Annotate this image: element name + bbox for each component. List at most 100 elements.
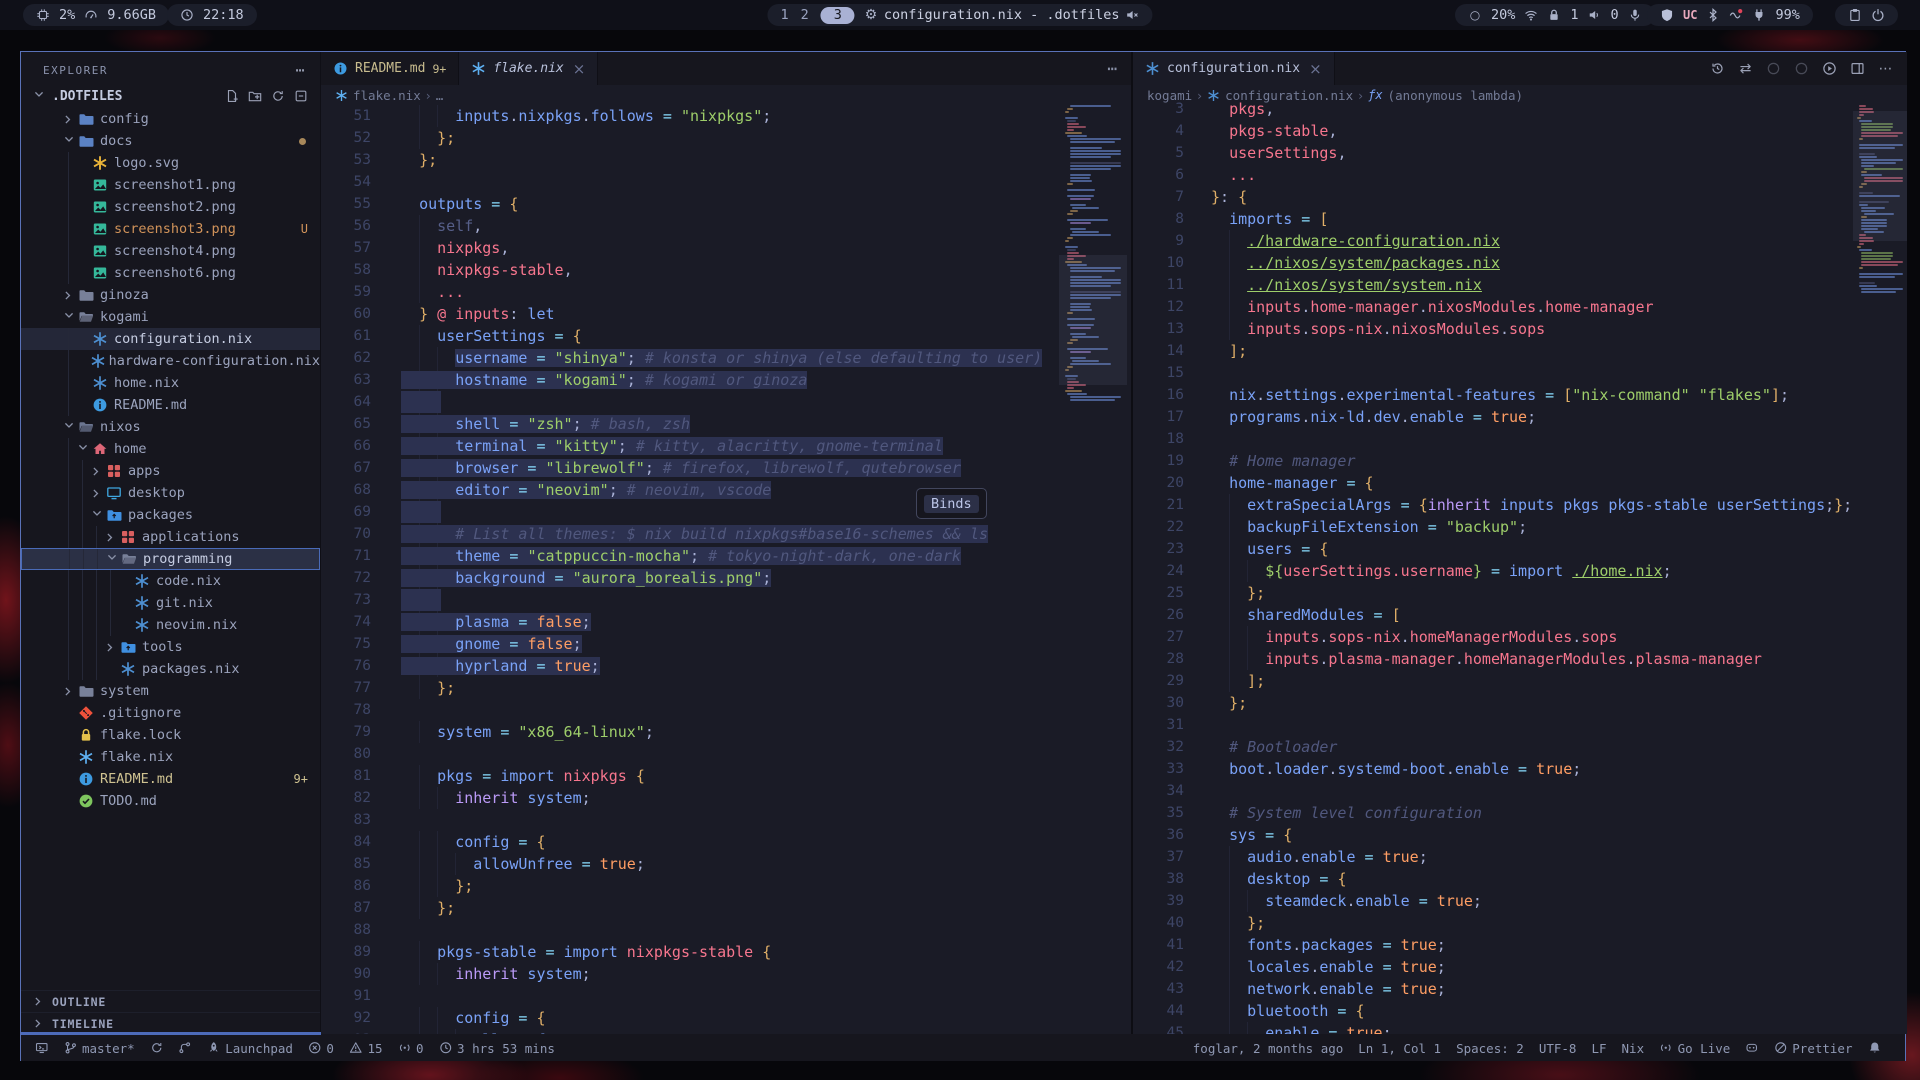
workspace-3[interactable]: 3 <box>821 7 855 24</box>
tree-item-ginoza[interactable]: ginoza <box>21 284 320 306</box>
tree-item-packages-nix[interactable]: packages.nix <box>21 658 320 680</box>
status-cursor-position[interactable]: Ln 1, Col 1 <box>1358 1041 1441 1056</box>
close-icon[interactable]: × <box>1309 60 1322 78</box>
tree-item-system[interactable]: system <box>21 680 320 702</box>
status-time-tracker[interactable]: 3 hrs 53 mins <box>439 1041 555 1056</box>
microphone-icon[interactable] <box>1628 8 1642 22</box>
tree-item-screenshot1-png[interactable]: screenshot1.png <box>21 174 320 196</box>
breadcrumb-left[interactable]: flake.nix›… <box>321 85 1131 105</box>
workspace-2[interactable]: 2 <box>801 7 809 23</box>
tree-item-code-nix[interactable]: code.nix <box>21 570 320 592</box>
editor-action-next-icon[interactable] <box>1794 61 1809 76</box>
editor-action-more-icon[interactable]: ⋯ <box>1878 61 1893 76</box>
clipboard-icon[interactable] <box>1848 8 1862 22</box>
line-number: 84 <box>321 831 371 853</box>
timeline-section[interactable]: TIMELINE <box>21 1012 320 1034</box>
tree-item-hardware-configuration-nix[interactable]: hardware-configuration.nix <box>21 350 320 372</box>
tree-item-readme-md[interactable]: README.md9+ <box>21 768 320 790</box>
minimap-slider[interactable] <box>1853 111 1907 241</box>
editor-action-run-icon[interactable] <box>1822 61 1837 76</box>
power-icon[interactable] <box>1871 8 1885 22</box>
volume-muted-icon[interactable] <box>1126 8 1140 22</box>
status-notifications[interactable] <box>1868 1041 1882 1055</box>
outline-section[interactable]: OUTLINE <box>21 990 320 1012</box>
code-line-text: ../nixos/system/system.nix <box>1211 274 1482 296</box>
code-line-text: editor = "neovim"; # neovim, vscode <box>401 479 771 501</box>
new-file-button[interactable] <box>225 89 239 103</box>
tree-item-readme-md[interactable]: README.md <box>21 394 320 416</box>
tab-bar-more-icon[interactable]: ⋯ <box>1107 59 1131 78</box>
outline-label: OUTLINE <box>52 995 106 1009</box>
editor-action-prev-icon[interactable] <box>1766 61 1781 76</box>
tree-item-home-nix[interactable]: home.nix <box>21 372 320 394</box>
tree-item-git-nix[interactable]: git.nix <box>21 592 320 614</box>
status-git-graph[interactable] <box>178 1041 192 1055</box>
status-sync[interactable] <box>150 1041 164 1055</box>
tree-item-packages[interactable]: packages <box>21 504 320 526</box>
tree-item-label: packages <box>126 507 193 523</box>
wifi-icon[interactable] <box>1524 8 1538 22</box>
tab-configuration-nix[interactable]: configuration.nix× <box>1133 52 1335 85</box>
status-remote-indicator[interactable] <box>35 1041 49 1055</box>
close-icon[interactable]: × <box>573 60 586 78</box>
headset-notification-icon[interactable] <box>1729 8 1743 22</box>
tree-item-screenshot2-png[interactable]: screenshot2.png <box>21 196 320 218</box>
code-line-text: pkgs, <box>1211 98 1274 120</box>
tree-item-nixos[interactable]: nixos <box>21 416 320 438</box>
tree-item-screenshot3-png[interactable]: screenshot3.pngU <box>21 218 320 240</box>
status-indentation[interactable]: Spaces: 2 <box>1456 1041 1524 1056</box>
tree-item-programming[interactable]: programming <box>21 548 320 570</box>
minimap-right[interactable] <box>1853 85 1907 1034</box>
tree-item-applications[interactable]: applications <box>21 526 320 548</box>
tree-item-flake-nix[interactable]: flake.nix <box>21 746 320 768</box>
line-number: 76 <box>321 655 371 677</box>
keyboard-layout-tray[interactable]: UC <box>1683 8 1697 22</box>
tree-item-flake-lock[interactable]: flake.lock <box>21 724 320 746</box>
minimap-slider[interactable] <box>1059 255 1127 385</box>
editor-action-changes-icon[interactable]: ⇄ <box>1738 61 1753 76</box>
tree-item-todo-md[interactable]: TODO.md <box>21 790 320 812</box>
breadcrumb-item[interactable]: … <box>436 88 444 103</box>
status-prettier[interactable]: Prettier <box>1774 1041 1853 1056</box>
code-line-55: 55 outputs = { <box>321 193 1131 215</box>
explorer-more-icon[interactable]: ⋯ <box>295 61 306 79</box>
status-git-blame[interactable]: foglar, 2 months ago <box>1193 1041 1344 1056</box>
workspace-1[interactable]: 1 <box>780 7 788 23</box>
status-errors[interactable]: 0 <box>308 1041 334 1056</box>
status-copilot[interactable] <box>1745 1041 1759 1055</box>
tree-item-desktop[interactable]: desktop <box>21 482 320 504</box>
status-encoding[interactable]: UTF-8 <box>1539 1041 1577 1056</box>
status-go-live[interactable]: Go Live <box>1659 1041 1730 1056</box>
status-ports[interactable]: 0 <box>398 1041 424 1056</box>
tree-item-screenshot4-png[interactable]: screenshot4.png <box>21 240 320 262</box>
status-launchpad[interactable]: Launchpad <box>207 1041 293 1056</box>
breadcrumb-item[interactable]: flake.nix <box>353 88 421 103</box>
tree-item-gitignore[interactable]: .gitignore <box>21 702 320 724</box>
refresh-explorer-button[interactable] <box>271 89 285 103</box>
editor-action-split-icon[interactable] <box>1850 61 1865 76</box>
tree-item-logo-svg[interactable]: logo.svg <box>21 152 320 174</box>
new-folder-button[interactable] <box>248 89 262 103</box>
tree-item-apps[interactable]: apps <box>21 460 320 482</box>
tab-readme-md[interactable]: README.md9+ <box>321 52 459 85</box>
tree-item-config[interactable]: config <box>21 108 320 130</box>
status-language-mode[interactable]: Nix <box>1622 1041 1645 1056</box>
shield-icon[interactable] <box>1660 8 1674 22</box>
tab-flake-nix[interactable]: flake.nix× <box>459 52 598 85</box>
tree-item-configuration-nix[interactable]: configuration.nix <box>21 328 320 350</box>
workspace-root-row[interactable]: .DOTFILES <box>21 85 320 107</box>
minimap-left[interactable] <box>1059 85 1127 1034</box>
tree-item-screenshot6-png[interactable]: screenshot6.png <box>21 262 320 284</box>
bluetooth-icon[interactable] <box>1706 8 1720 22</box>
collapse-folders-button[interactable] <box>294 89 308 103</box>
status-git-branch[interactable]: master* <box>64 1041 135 1056</box>
tree-item-home[interactable]: home <box>21 438 320 460</box>
tree-item-tools[interactable]: tools <box>21 636 320 658</box>
tree-item-kogami[interactable]: kogami <box>21 306 320 328</box>
tree-item-docs[interactable]: docs <box>21 130 320 152</box>
editor-action-history-icon[interactable] <box>1710 61 1725 76</box>
speaker-icon[interactable] <box>1588 8 1602 22</box>
status-warnings[interactable]: 15 <box>349 1041 383 1056</box>
tree-item-neovim-nix[interactable]: neovim.nix <box>21 614 320 636</box>
status-eol[interactable]: LF <box>1591 1041 1606 1056</box>
